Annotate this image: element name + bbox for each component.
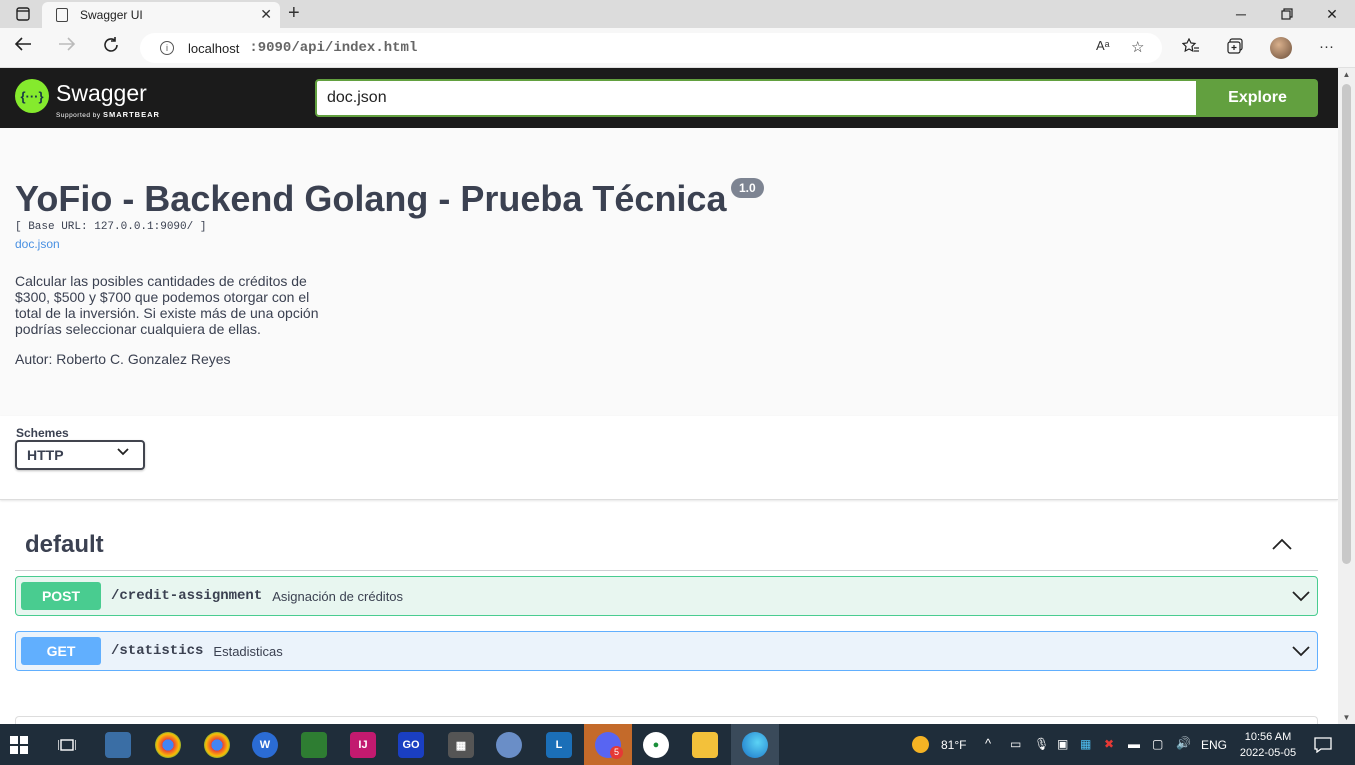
method-badge-post: POST [21,582,101,610]
spec-link[interactable]: doc.json [15,237,60,251]
meet-now-icon[interactable]: ▭ [1010,737,1021,751]
refresh-icon[interactable] [102,36,120,59]
scroll-up-arrow-icon[interactable]: ▲ [1338,70,1355,79]
api-info-section: YoFio - Backend Golang - Prueba Técnica … [0,128,1338,416]
operation-path: /statistics [111,643,204,659]
operation-post-credit-assignment[interactable]: POST /credit-assignment Asignación de cr… [15,576,1318,616]
laptop-app-icon[interactable] [105,732,131,758]
notification-badge: 5 [610,746,623,759]
url-path: :9090/api/index.html [249,40,418,56]
display-icon[interactable]: ▣ [1057,737,1068,751]
linear-app-icon[interactable]: L [546,732,572,758]
schemes-select[interactable]: HTTP [15,440,145,470]
api-title: YoFio - Backend Golang - Prueba Técnica [15,178,727,219]
clock-time: 10:56 AM [1244,731,1292,743]
tab-actions-icon[interactable] [0,0,46,28]
minimize-button[interactable]: ─ [1218,0,1264,28]
explore-button[interactable]: Explore [1197,79,1318,117]
browser-tab-swagger[interactable]: Swagger UI ✕ [42,2,280,28]
method-badge-get: GET [21,637,101,665]
windows-taskbar: W IJ GO ▦ L 5 ● 81°F ^ ▭ 🎙 ▣ ▦ ✖ ▬ ▢ 🔊 E… [0,724,1355,765]
file-explorer-icon[interactable] [692,732,718,758]
logo-brand-text: SMARTBEAR [102,110,160,119]
url-field[interactable]: i localhost :9090/api/index.html [140,33,1162,63]
input-language[interactable]: ENG [1201,738,1227,752]
volume-icon[interactable]: 🔊 [1176,736,1191,750]
taskbar-edge-active[interactable] [731,724,779,765]
swagger-topbar: {···} Swagger Supported by SMARTBEAR Exp… [0,68,1338,128]
close-tab-icon[interactable]: ✕ [260,6,272,23]
more-options-icon[interactable]: ··· [1319,38,1334,55]
swagger-logo-subtext: Supported by SMARTBEAR [56,110,160,119]
schemes-selected-value: HTTP [27,447,64,463]
goland-icon[interactable]: GO [398,732,424,758]
site-info-icon[interactable]: i [160,41,174,55]
chevron-down-icon [117,446,129,460]
windows-start-icon[interactable] [6,732,32,758]
forward-icon[interactable] [58,36,76,57]
notepad-app-icon[interactable] [301,732,327,758]
network-app-icon[interactable]: ▦ [1080,737,1091,751]
operation-summary: Asignación de créditos [272,588,404,604]
operation-path: /credit-assignment [111,588,263,604]
swagger-logo-icon: {···} [15,79,49,113]
taskbar-active-app[interactable]: 5 [584,724,632,765]
collections-icon[interactable] [1227,38,1244,58]
chrome-profile-icon[interactable] [204,732,230,758]
clock-date: 2022-05-05 [1239,747,1297,759]
paint-icon[interactable] [496,732,522,758]
profile-avatar[interactable] [1270,37,1292,59]
intellij-icon[interactable]: IJ [350,732,376,758]
chrome-icon[interactable] [155,732,181,758]
spec-url-input[interactable] [315,79,1198,117]
calculator-icon[interactable]: ▦ [448,732,474,758]
base-url: [ Base URL: 127.0.0.1:9090/ ] [15,221,207,233]
version-badge: 1.0 [731,178,764,198]
show-hidden-icons-icon[interactable]: ^ [985,736,991,751]
chevron-down-icon[interactable] [1291,642,1311,660]
add-favorite-icon[interactable]: ☆ [1131,38,1144,56]
tab-actions-svg [16,7,30,21]
scrollbar-thumb[interactable] [1342,84,1351,564]
read-aloud-icon[interactable]: Aᵃ [1096,38,1110,53]
page-icon [56,8,68,22]
security-shield-icon[interactable]: ✖ [1104,737,1114,751]
restore-button[interactable] [1264,0,1310,28]
tab-title: Swagger UI [80,8,143,22]
favorites-icon[interactable] [1181,37,1200,58]
usb-device-icon[interactable]: ▬ [1128,737,1140,751]
swagger-logo-text: Swagger [56,80,147,106]
mongodb-icon[interactable]: ● [643,732,669,758]
api-description: Calcular las posibles cantidades de créd… [15,273,319,337]
back-icon[interactable] [14,36,32,57]
tag-name[interactable]: default [25,531,104,559]
notifications-icon[interactable] [1310,732,1336,758]
scroll-down-arrow-icon[interactable]: ▼ [1338,713,1355,722]
close-window-button[interactable]: ✕ [1309,0,1355,28]
word-app-icon[interactable]: W [252,732,278,758]
chevron-down-icon[interactable] [1291,587,1311,605]
edge-browser-icon [742,732,768,758]
api-author: Autor: Roberto C. Gonzalez Reyes [15,351,231,367]
taskbar-clock[interactable]: 10:56 AM 2022-05-05 [1232,729,1304,761]
schemes-section: Schemes HTTP [0,416,1338,500]
task-view-icon[interactable] [54,732,80,758]
weather-temperature[interactable]: 81°F [941,738,966,752]
url-host: localhost [188,40,240,56]
tag-divider [15,570,1318,571]
logo-supported-text: Supported by [56,112,101,119]
browser-tab-bar: Swagger UI ✕ + ─ ✕ [0,0,1355,28]
microphone-icon[interactable]: 🎙 [1034,737,1049,751]
operation-summary: Estadisticas [213,643,283,659]
weather-sun-icon[interactable] [912,736,929,753]
page-scrollbar[interactable]: ▲ ▼ [1338,68,1355,724]
ethernet-icon[interactable]: ▢ [1152,737,1163,751]
schemes-label: Schemes [16,426,69,440]
address-bar: i localhost :9090/api/index.html Aᵃ ☆ ··… [0,28,1355,68]
new-tab-button[interactable]: + [288,2,300,25]
operation-get-statistics[interactable]: GET /statistics Estadisticas [15,631,1318,671]
chevron-up-icon[interactable] [1270,533,1294,555]
